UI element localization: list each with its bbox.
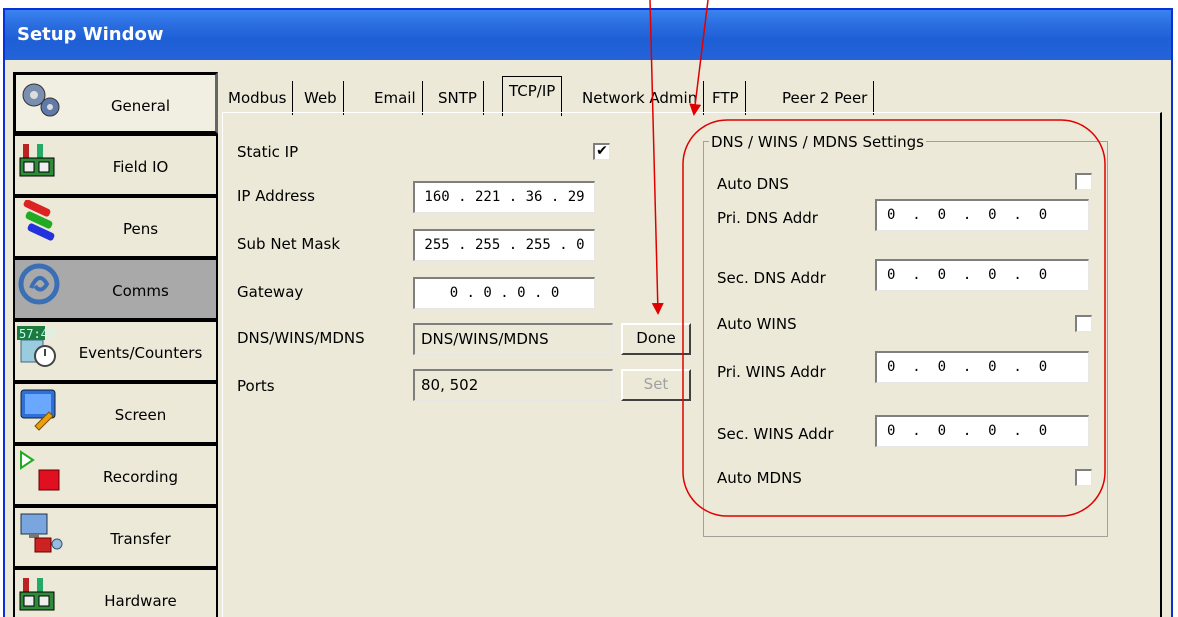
setup-window: Setup Window General Field IO Pens Comms… — [3, 8, 1173, 617]
screen-icon — [20, 389, 56, 431]
static-ip-label: Static IP — [237, 143, 299, 161]
ip-address-label: IP Address — [237, 187, 315, 205]
title-bar: Setup Window — [5, 10, 1171, 60]
sec-wins-label: Sec. WINS Addr — [717, 425, 834, 443]
auto-mdns-checkbox[interactable] — [1075, 469, 1092, 486]
ports-field: 80, 502 — [413, 369, 613, 401]
comms-icon — [18, 263, 60, 305]
tab-email[interactable]: Email — [368, 81, 423, 115]
ports-label: Ports — [237, 377, 275, 395]
pri-dns-field[interactable]: 0 . 0 . 0 . 0 — [875, 199, 1089, 231]
tab-modbus[interactable]: Modbus — [222, 81, 294, 115]
sidebar-item-label: Recording — [102, 468, 179, 486]
gateway-label: Gateway — [237, 283, 304, 301]
done-button[interactable]: Done — [621, 323, 691, 355]
subnet-mask-field[interactable]: 255 . 255 . 255 . 0 — [413, 229, 595, 261]
tab-tcpip[interactable]: TCP/IP — [502, 76, 563, 116]
content-area: Modbus Web Email SNTP TCP/IP Network Adm… — [218, 72, 1166, 617]
auto-wins-label: Auto WINS — [717, 315, 797, 333]
tab-ftp[interactable]: FTP — [706, 81, 746, 115]
tab-strip: Modbus Web Email SNTP TCP/IP Network Adm… — [222, 72, 1162, 116]
sidebar-item-comms[interactable]: Comms — [13, 258, 218, 320]
hardware-icon — [19, 578, 55, 611]
sidebar-item-recording[interactable]: Recording — [13, 444, 218, 506]
tab-sntp[interactable]: SNTP — [432, 81, 484, 115]
pri-dns-label: Pri. DNS Addr — [717, 209, 818, 227]
pens-icon — [23, 200, 55, 241]
transfer-icon — [20, 513, 63, 553]
ip-address-field[interactable]: 160 . 221 . 36 . 29 — [413, 181, 595, 213]
sidebar-item-events-counters[interactable]: 57:48 Events/Counters — [13, 320, 218, 382]
sidebar-item-label: Transfer — [110, 530, 171, 548]
events-badge: 57:48 — [19, 327, 55, 341]
sidebar-item-pens[interactable]: Pens — [13, 196, 218, 258]
sidebar-item-hardware[interactable]: Hardware — [13, 568, 218, 617]
tab-web[interactable]: Web — [298, 81, 344, 115]
pri-wins-label: Pri. WINS Addr — [717, 363, 826, 381]
sec-dns-field[interactable]: 0 . 0 . 0 . 0 — [875, 259, 1089, 291]
auto-dns-checkbox[interactable] — [1075, 173, 1092, 190]
static-ip-checkbox[interactable]: ✔ — [593, 143, 610, 160]
events-counters-icon: 57:48 — [17, 326, 56, 367]
gears-icon — [22, 83, 60, 117]
set-button[interactable]: Set — [621, 369, 691, 401]
dns-group-title: DNS / WINS / MDNS Settings — [709, 133, 926, 151]
sidebar-item-label: Field IO — [112, 158, 169, 176]
pri-wins-field[interactable]: 0 . 0 . 0 . 0 — [875, 351, 1089, 383]
sidebar-item-label: Hardware — [104, 592, 177, 610]
dns-wins-mdns-field: DNS/WINS/MDNS — [413, 323, 613, 355]
sidebar-item-label: Events/Counters — [78, 344, 203, 362]
tab-network-admin[interactable]: Network Admin — [576, 81, 705, 115]
sidebar-item-label: Pens — [122, 220, 159, 238]
sidebar-item-label: Screen — [114, 406, 167, 424]
sec-wins-field[interactable]: 0 . 0 . 0 . 0 — [875, 415, 1089, 447]
sidebar-item-field-io[interactable]: Field IO — [13, 134, 218, 196]
window-title: Setup Window — [17, 24, 164, 45]
sidebar-item-screen[interactable]: Screen — [13, 382, 218, 444]
sidebar-nav: General Field IO Pens Comms 57:48 Events… — [13, 72, 218, 617]
dns-wins-mdns-label: DNS/WINS/MDNS — [237, 329, 365, 347]
auto-wins-checkbox[interactable] — [1075, 315, 1092, 332]
auto-dns-label: Auto DNS — [717, 175, 789, 193]
io-module-icon — [19, 144, 55, 177]
sidebar-item-label: General — [110, 97, 171, 115]
tcpip-panel: Static IP ✔ IP Address 160 . 221 . 36 . … — [222, 112, 1162, 617]
auto-mdns-label: Auto MDNS — [717, 469, 802, 487]
sidebar-item-label: Comms — [112, 282, 169, 300]
recording-icon — [20, 450, 60, 491]
sidebar-item-transfer[interactable]: Transfer — [13, 506, 218, 568]
subnet-mask-label: Sub Net Mask — [237, 235, 341, 253]
sidebar-item-general[interactable]: General — [13, 72, 218, 134]
sec-dns-label: Sec. DNS Addr — [717, 269, 826, 287]
gateway-field[interactable]: 0 . 0 . 0 . 0 — [413, 277, 595, 309]
tab-peer-2-peer[interactable]: Peer 2 Peer — [776, 81, 875, 115]
